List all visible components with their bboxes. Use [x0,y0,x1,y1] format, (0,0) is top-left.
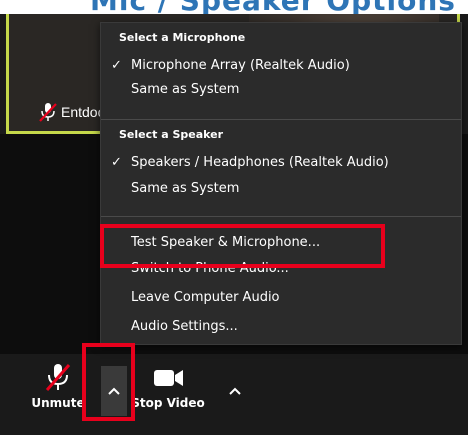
audio-settings-label: Audio Settings... [131,318,238,334]
speaker-option-same-as-system[interactable]: Same as System [131,177,451,199]
speaker-option-label: Same as System [131,180,240,196]
stop-video-button[interactable]: Stop Video [128,362,208,410]
menu-divider [101,216,461,217]
check-icon: ✓ [111,57,122,73]
banner-title: Mic / Speaker Options [90,0,456,14]
stop-video-label: Stop Video [131,396,205,410]
muted-mic-icon [45,364,71,391]
check-icon: ✓ [111,154,122,170]
microphone-option-same-as-system[interactable]: Same as System [131,78,451,100]
menu-divider [101,119,461,120]
leave-computer-audio-item[interactable]: Leave Computer Audio [131,286,451,308]
video-camera-icon [154,370,183,386]
unmute-label: Unmute [31,396,85,410]
microphone-section-header: Select a Microphone [119,31,246,44]
microphone-option-label: Microphone Array (Realtek Audio) [131,57,350,73]
speaker-option-label: Speakers / Headphones (Realtek Audio) [131,154,389,170]
header-banner: Mic / Speaker Options [0,0,468,14]
video-options-caret-button[interactable] [222,366,248,416]
speaker-option-realtek[interactable]: ✓ Speakers / Headphones (Realtek Audio) [111,151,451,173]
microphone-option-realtek[interactable]: ✓ Microphone Array (Realtek Audio) [111,54,451,76]
audio-options-menu: Select a Microphone ✓ Microphone Array (… [100,22,462,345]
caret-up-icon [229,387,241,395]
unmute-button[interactable]: Unmute [26,362,90,410]
muted-mic-icon [39,103,57,122]
highlight-test-speaker-box [100,224,385,268]
speaker-section-header: Select a Speaker [119,128,224,141]
leave-computer-audio-label: Leave Computer Audio [131,289,280,305]
audio-settings-item[interactable]: Audio Settings... [131,315,451,337]
meeting-toolbar: Unmute Stop Video [0,354,468,435]
highlight-caret-box [82,343,135,421]
microphone-option-label: Same as System [131,81,240,97]
